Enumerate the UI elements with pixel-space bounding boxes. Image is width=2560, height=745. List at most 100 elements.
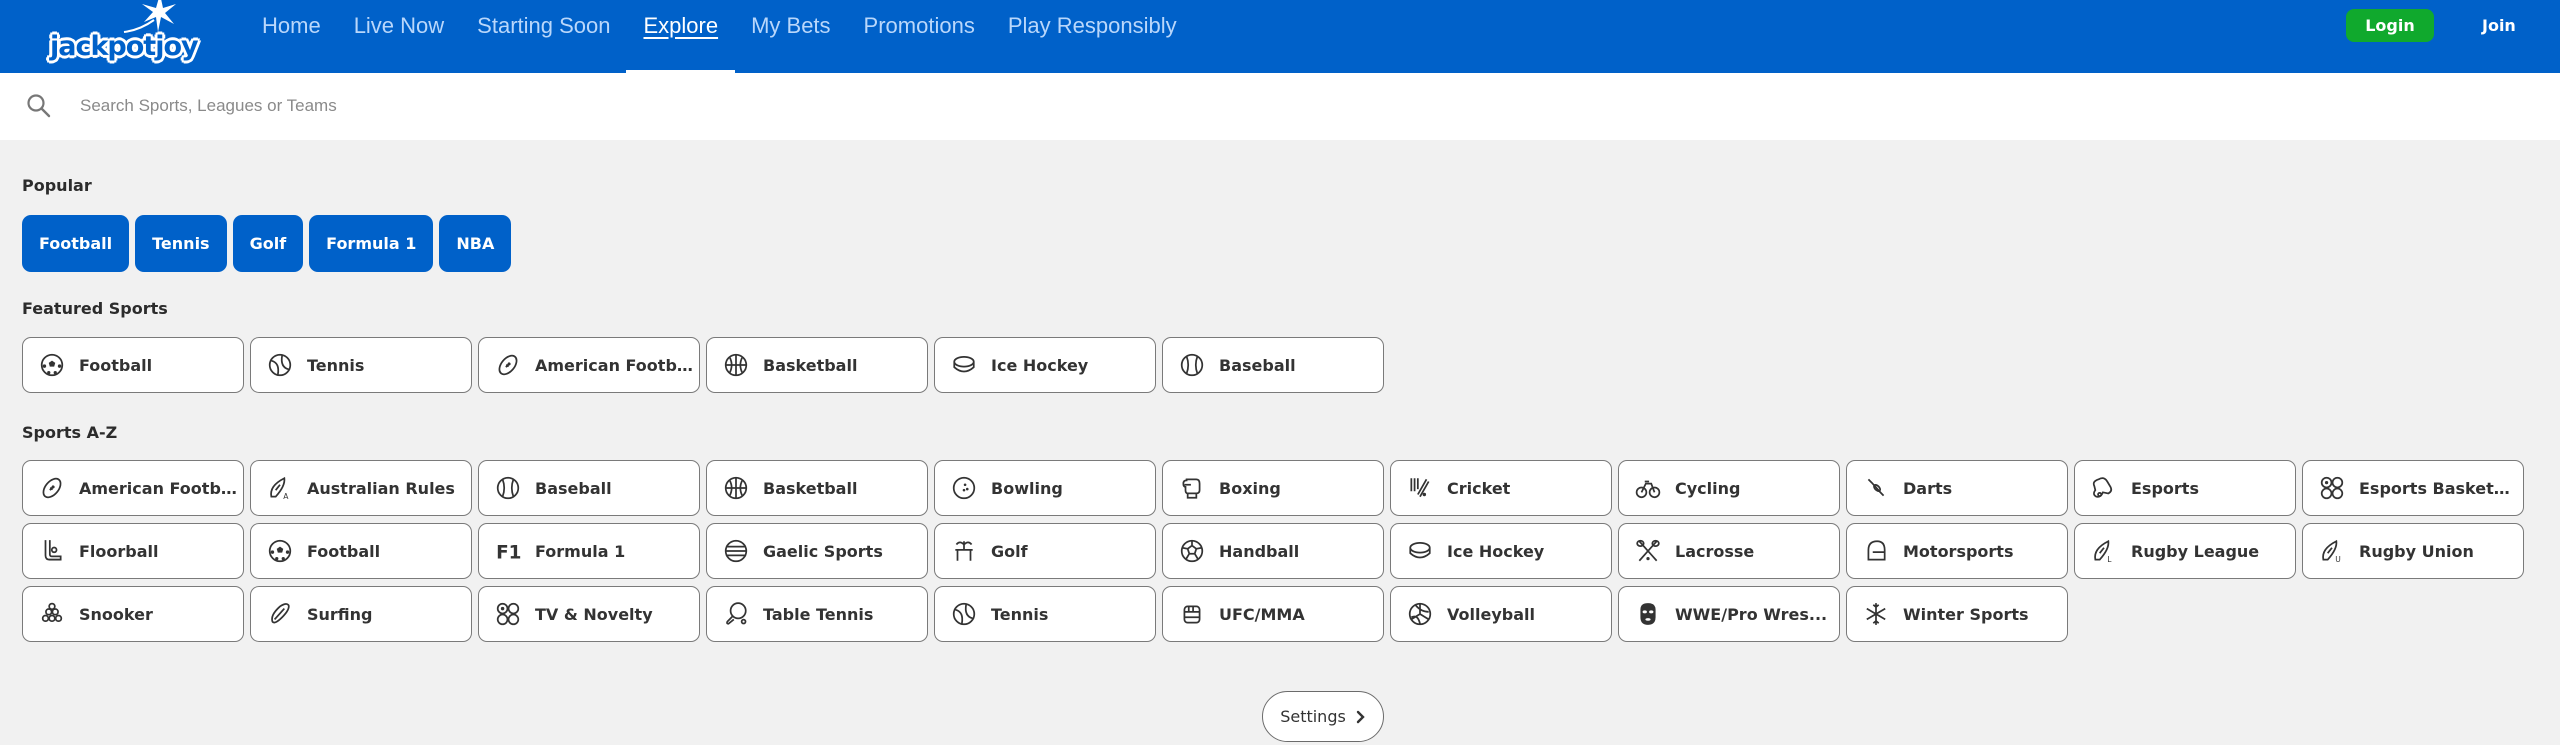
featured-tile-football[interactable]: Football <box>22 337 244 393</box>
az-tile-surfing[interactable]: Surfing <box>250 586 472 642</box>
american-football-icon <box>495 352 521 378</box>
esports-icon <box>2091 475 2117 501</box>
featured-tile-basketball[interactable]: Basketball <box>706 337 928 393</box>
az-tile-esports-basketb[interactable]: Esports Basketb... <box>2302 460 2524 516</box>
sport-label: Cycling <box>1675 478 1741 498</box>
popular-chip-tennis[interactable]: Tennis <box>135 215 227 272</box>
sport-label: Basketball <box>763 478 858 498</box>
esports-basketball-icon <box>2319 475 2345 501</box>
boxing-icon <box>1179 475 1205 501</box>
sports-az-grid: American Footb... A Australian Rules Baseba… <box>22 460 2524 642</box>
sport-label: Motorsports <box>1903 541 2014 561</box>
tennis-icon <box>951 601 977 627</box>
sport-label: Volleyball <box>1447 604 1535 624</box>
floorball-icon <box>39 538 65 564</box>
login-button[interactable]: Login <box>2346 9 2434 42</box>
featured-sports-grid: Football Tennis American Footb... Basketbal… <box>22 337 2524 393</box>
wwe-icon <box>1635 601 1661 627</box>
jackpotjoy-logo[interactable]: jackpotjoy <box>50 0 210 66</box>
nav-home[interactable]: Home <box>262 0 321 73</box>
az-tile-tv-novelty[interactable]: TV & Novelty <box>478 586 700 642</box>
sport-label: Tennis <box>991 604 1049 624</box>
az-tile-gaelic-sports[interactable]: Gaelic Sports <box>706 523 928 579</box>
snooker-icon <box>39 601 65 627</box>
sport-label: Tennis <box>307 355 365 375</box>
american-football-icon <box>39 475 65 501</box>
az-tile-american-footb[interactable]: American Footb... <box>22 460 244 516</box>
sport-label: Football <box>307 541 381 561</box>
az-tile-snooker[interactable]: Snooker <box>22 586 244 642</box>
tv-novelty-icon <box>495 601 521 627</box>
az-tile-cricket[interactable]: Cricket <box>1390 460 1612 516</box>
top-header: jackpotjoy Home Live Now Starting Soon E… <box>0 0 2560 73</box>
formula-1-icon: F1 <box>495 538 521 564</box>
rugby-union-icon: U <box>2319 538 2345 564</box>
basketball-icon <box>723 352 749 378</box>
sport-label: Rugby League <box>2131 541 2260 561</box>
australian-rules-icon: A <box>267 475 293 501</box>
nav-live-now[interactable]: Live Now <box>354 0 444 73</box>
az-tile-wwe-pro-wres[interactable]: WWE/Pro Wres... <box>1618 586 1840 642</box>
popular-chip-football[interactable]: Football <box>22 215 130 272</box>
sport-label: American Footb... <box>79 478 239 498</box>
featured-tile-american-footb[interactable]: American Footb... <box>478 337 700 393</box>
az-tile-table-tennis[interactable]: Table Tennis <box>706 586 928 642</box>
popular-chip-golf[interactable]: Golf <box>232 215 304 272</box>
join-button[interactable]: Join <box>2482 9 2522 42</box>
az-tile-handball[interactable]: Handball <box>1162 523 1384 579</box>
featured-tile-ice-hockey[interactable]: Ice Hockey <box>934 337 1156 393</box>
az-tile-basketball[interactable]: Basketball <box>706 460 928 516</box>
az-tile-floorball[interactable]: Floorball <box>22 523 244 579</box>
az-tile-formula-1[interactable]: F1 Formula 1 <box>478 523 700 579</box>
sport-label: Rugby Union <box>2359 541 2474 561</box>
az-tile-esports[interactable]: Esports <box>2074 460 2296 516</box>
az-tile-volleyball[interactable]: Volleyball <box>1390 586 1612 642</box>
search-input[interactable] <box>80 91 880 121</box>
az-tile-golf[interactable]: Golf <box>934 523 1156 579</box>
az-tile-darts[interactable]: Darts <box>1846 460 2068 516</box>
az-tile-ufc-mma[interactable]: UFC/MMA <box>1162 586 1384 642</box>
az-tile-rugby-union[interactable]: U Rugby Union <box>2302 523 2524 579</box>
sport-label: Baseball <box>1219 355 1296 375</box>
handball-icon <box>1179 538 1205 564</box>
az-tile-baseball[interactable]: Baseball <box>478 460 700 516</box>
az-tile-ice-hockey[interactable]: Ice Hockey <box>1390 523 1612 579</box>
volleyball-icon <box>1407 601 1433 627</box>
ice-hockey-icon <box>951 352 977 378</box>
az-tile-football[interactable]: Football <box>250 523 472 579</box>
az-tile-motorsports[interactable]: Motorsports <box>1846 523 2068 579</box>
az-tile-tennis[interactable]: Tennis <box>934 586 1156 642</box>
az-tile-lacrosse[interactable]: Lacrosse <box>1618 523 1840 579</box>
rugby-league-icon: L <box>2091 538 2117 564</box>
sport-label: Table Tennis <box>763 604 874 624</box>
featured-sports-heading: Featured Sports <box>22 299 168 318</box>
nav-my-bets[interactable]: My Bets <box>751 0 830 73</box>
sport-label: Ice Hockey <box>1447 541 1545 561</box>
az-tile-australian-rules[interactable]: A Australian Rules <box>250 460 472 516</box>
popular-chips: Football Tennis Golf Formula 1 NBA <box>22 215 512 272</box>
nav-play-responsibly[interactable]: Play Responsibly <box>1008 0 1177 73</box>
az-tile-bowling[interactable]: Bowling <box>934 460 1156 516</box>
nav-starting-soon[interactable]: Starting Soon <box>477 0 610 73</box>
az-tile-winter-sports[interactable]: Winter Sports <box>1846 586 2068 642</box>
featured-tile-tennis[interactable]: Tennis <box>250 337 472 393</box>
sport-label: Surfing <box>307 604 373 624</box>
az-tile-cycling[interactable]: Cycling <box>1618 460 1840 516</box>
nav-explore[interactable]: Explore <box>626 0 735 73</box>
featured-tile-baseball[interactable]: Baseball <box>1162 337 1384 393</box>
baseball-icon <box>1179 352 1205 378</box>
settings-button[interactable]: Settings <box>1262 691 1384 742</box>
basketball-icon <box>723 475 749 501</box>
baseball-icon <box>495 475 521 501</box>
sport-label: Baseball <box>535 478 612 498</box>
nav-promotions[interactable]: Promotions <box>864 0 975 73</box>
az-tile-rugby-league[interactable]: L Rugby League <box>2074 523 2296 579</box>
popular-chip-formula-1[interactable]: Formula 1 <box>309 215 434 272</box>
sport-label: Darts <box>1903 478 1953 498</box>
popular-chip-nba[interactable]: NBA <box>439 215 512 272</box>
sport-label: Basketball <box>763 355 858 375</box>
az-tile-boxing[interactable]: Boxing <box>1162 460 1384 516</box>
logo-text: jackpotjoy <box>50 31 199 62</box>
sport-label: Football <box>79 355 153 375</box>
sport-label: Golf <box>991 541 1028 561</box>
